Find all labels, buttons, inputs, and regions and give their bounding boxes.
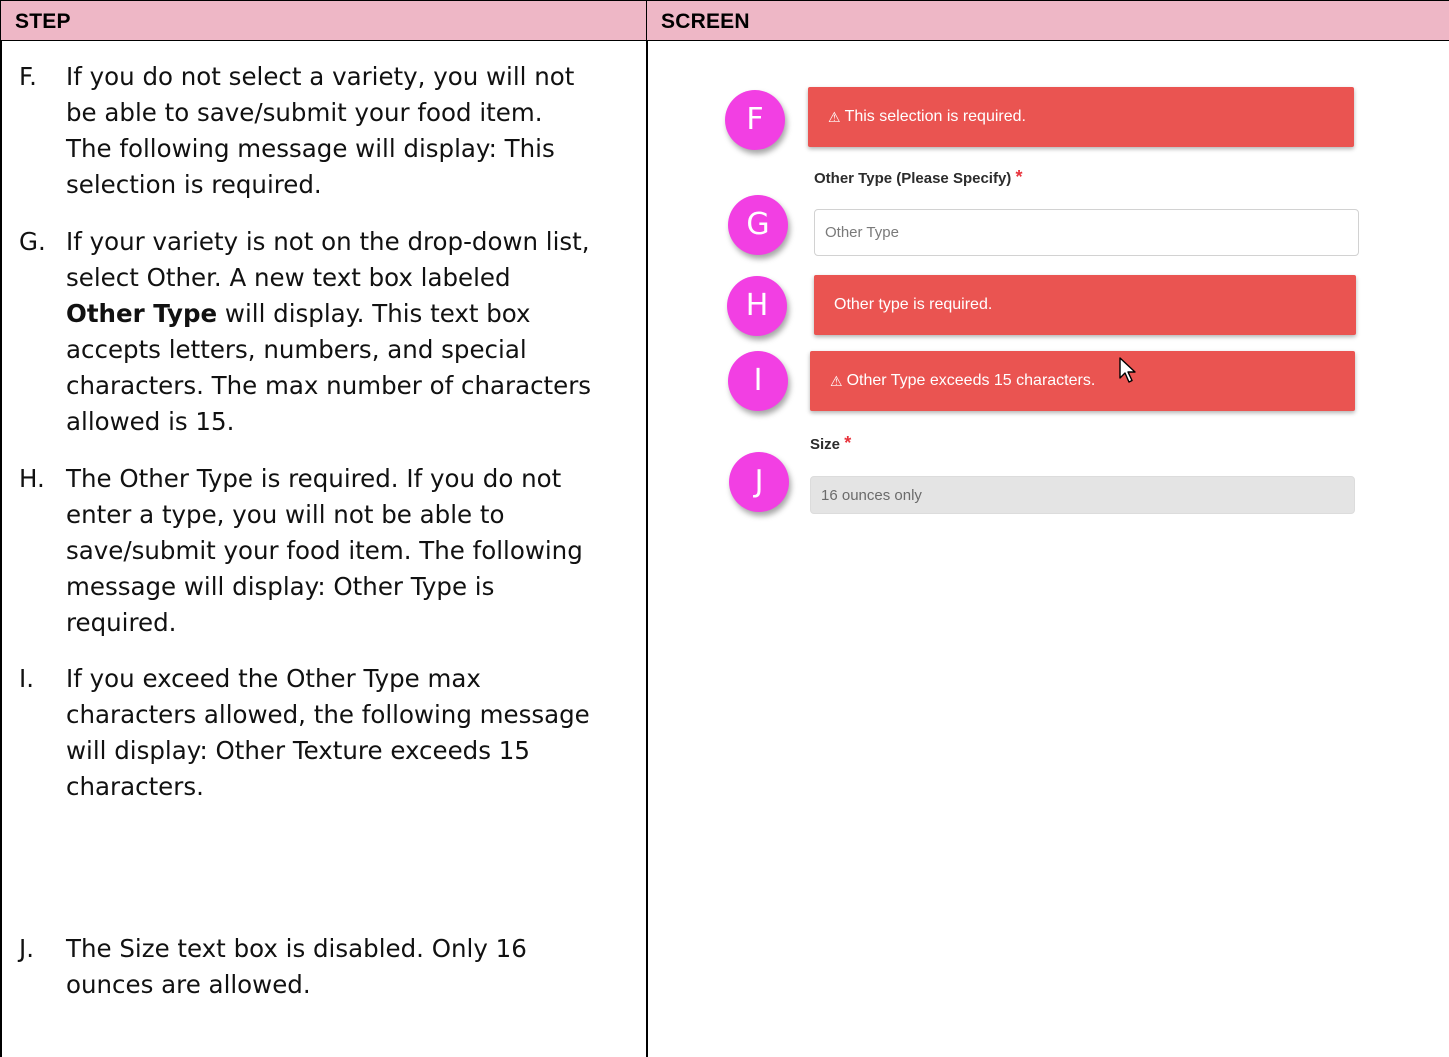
step-line: be able to save/submit your food item. — [66, 98, 543, 127]
step-text: The Other Type is required. If you do no… — [66, 461, 636, 641]
size-label-text: Size — [810, 436, 841, 453]
size-label: Size * — [810, 433, 851, 454]
step-line: The following message will display: This — [66, 134, 555, 163]
alert-selection-required: ⚠ This selection is required. — [808, 87, 1354, 147]
step-line: The Other Type is required. If you do no… — [66, 464, 562, 493]
callout-badge-f: F — [725, 90, 785, 150]
alert-text: This selection is required. — [844, 108, 1026, 125]
alert-text: Other Type exceeds 15 characters. — [846, 372, 1096, 389]
required-asterisk: * — [1015, 167, 1023, 187]
step-line: If your variety is not on the drop-down … — [66, 227, 590, 256]
step-line: save/submit your food item. The followin… — [66, 536, 583, 565]
step-text: If you exceed the Other Type max charact… — [66, 661, 636, 805]
callout-badge-i: I — [728, 351, 788, 411]
alert-other-type-exceeds: ⚠ Other Type exceeds 15 characters. — [810, 351, 1355, 411]
required-asterisk: * — [844, 433, 852, 453]
other-type-label: Other Type (Please Specify) * — [814, 167, 1022, 188]
step-letter: F. — [19, 62, 37, 91]
warning-icon: ⚠ — [828, 108, 841, 125]
step-line: characters. — [66, 772, 204, 801]
callout-badge-j: J — [729, 452, 789, 512]
left-border — [0, 41, 2, 1057]
step-text: If you do not select a variety, you will… — [66, 59, 636, 203]
warning-icon: ⚠ — [830, 372, 843, 389]
step-line: ounces are allowed. — [66, 970, 311, 999]
screen-column: F ⚠ This selection is required. Other Ty… — [648, 41, 1449, 1057]
step-line: allowed is 15. — [66, 407, 235, 436]
step-line: The Size text box is disabled. Only 16 — [66, 934, 527, 963]
step-line: select Other. A new text box labeled — [66, 263, 511, 292]
size-value: 16 ounces only — [821, 486, 922, 504]
step-line: will display: Other Texture exceeds 15 — [66, 736, 530, 765]
step-header-text: STEP — [15, 10, 71, 33]
step-letter: I. — [19, 664, 35, 693]
bold-term: Other Type — [66, 299, 218, 328]
step-text: The Size text box is disabled. Only 16 o… — [66, 931, 636, 1003]
callout-badge-h: H — [727, 276, 787, 336]
other-type-placeholder: Other Type — [825, 224, 899, 241]
step-column-header: STEP — [0, 0, 646, 41]
size-input-disabled: 16 ounces only — [810, 476, 1355, 514]
step-line-rest: will display. This text box — [217, 299, 531, 328]
step-line: required. — [66, 608, 177, 637]
other-type-label-text: Other Type (Please Specify) — [814, 170, 1012, 187]
step-letter: G. — [19, 227, 46, 256]
instruction-table: STEP SCREEN F. If you do not select a va… — [0, 0, 1449, 1057]
step-letter: J. — [19, 934, 35, 963]
screen-header-text: SCREEN — [661, 10, 750, 33]
step-line: message will display: Other Type is — [66, 572, 495, 601]
step-line: If you exceed the Other Type max — [66, 664, 481, 693]
step-text: If your variety is not on the drop-down … — [66, 224, 636, 440]
step-line: accepts letters, numbers, and special — [66, 335, 527, 364]
alert-text: Other type is required. — [834, 296, 993, 313]
alert-other-type-required: Other type is required. — [814, 275, 1356, 335]
step-line: characters. The max number of characters — [66, 371, 592, 400]
step-line: selection is required. — [66, 170, 322, 199]
mouse-pointer-icon — [1119, 357, 1136, 383]
callout-badge-g: G — [728, 195, 788, 255]
step-line: enter a type, you will not be able to — [66, 500, 505, 529]
step-line: If you do not select a variety, you will… — [66, 62, 575, 91]
other-type-input[interactable]: Other Type — [814, 209, 1359, 256]
step-line-with-bold: Other Type will display. This text box — [66, 296, 636, 332]
screen-column-header: SCREEN — [646, 0, 1449, 41]
step-letter: H. — [19, 464, 45, 493]
step-line: characters allowed, the following messag… — [66, 700, 590, 729]
